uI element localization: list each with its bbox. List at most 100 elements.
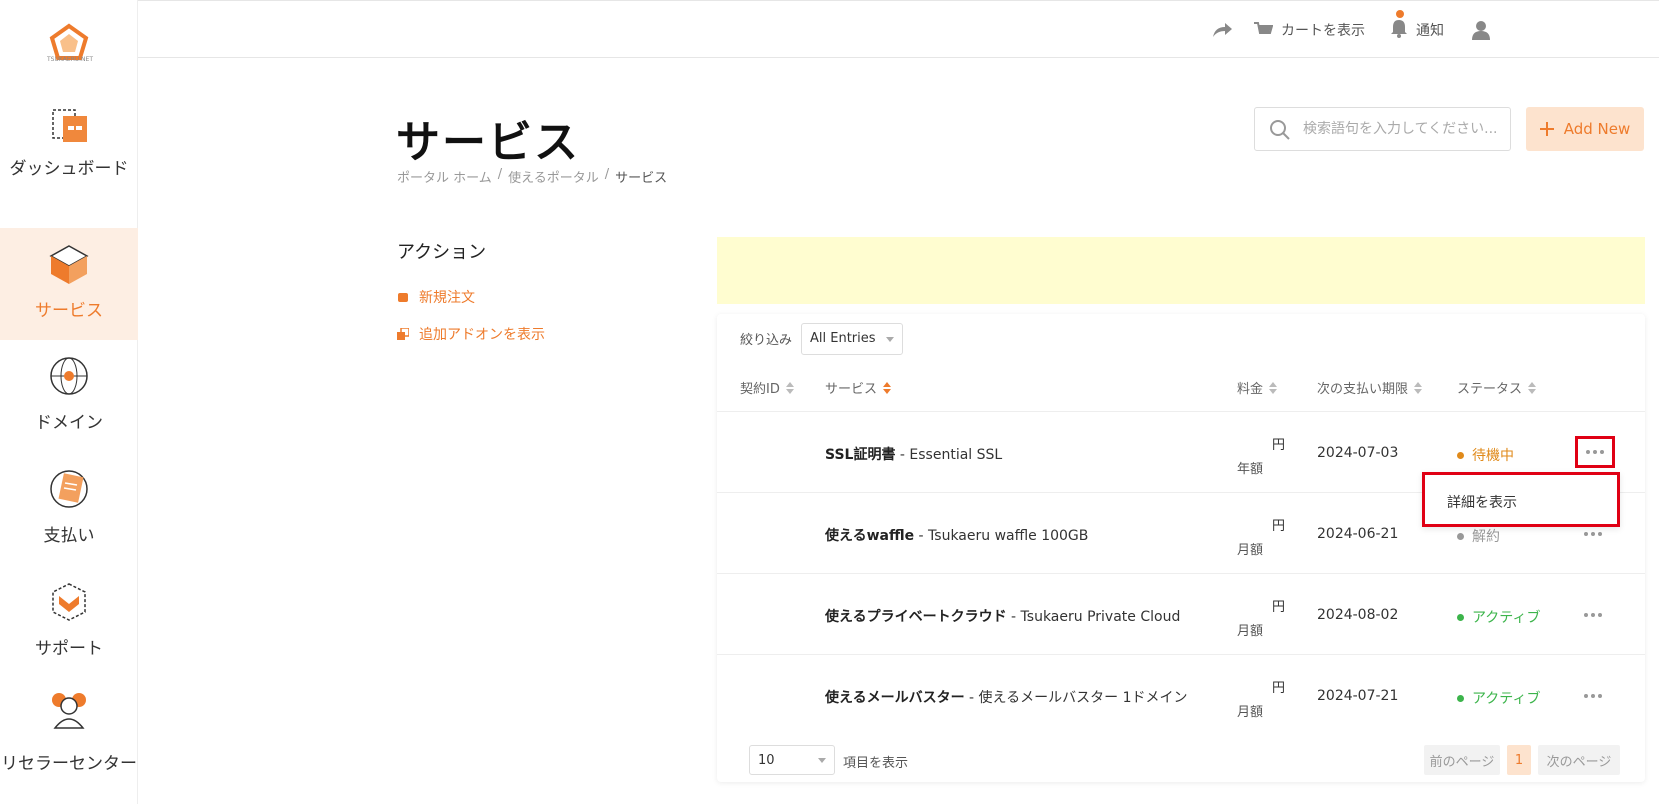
per-page-value: 10: [758, 753, 775, 768]
breadcrumb-current: サービス: [615, 171, 668, 186]
prev-page-button[interactable]: 前のページ: [1424, 745, 1500, 775]
user-icon: [1472, 21, 1490, 40]
status-badge: アクティブ: [1457, 688, 1540, 708]
sort-icon: [883, 381, 892, 395]
share-icon: [1213, 23, 1232, 37]
addons-icon: [397, 328, 409, 340]
plus-icon: [1539, 122, 1554, 136]
sidebar-item-reseller[interactable]: リセラーセンター: [0, 678, 138, 790]
billing-cycle: 月額: [1237, 543, 1264, 558]
search-box[interactable]: [1254, 107, 1511, 151]
account-button[interactable]: [1472, 19, 1498, 41]
next-due-date: 2024-08-02: [1317, 607, 1399, 623]
services-table-panel: 絞り込み All Entries 契約ID サービス 料金 次の支払い期限 ステ…: [717, 314, 1645, 782]
price-currency: 円: [1272, 600, 1286, 615]
column-header-service[interactable]: サービス: [825, 378, 892, 397]
status-badge: 解約: [1457, 526, 1500, 546]
column-label: 料金: [1237, 382, 1264, 397]
status-badge: アクティブ: [1457, 607, 1540, 627]
column-header-status[interactable]: ステータス: [1457, 378, 1537, 397]
breadcrumb-portal-home[interactable]: ポータル ホーム: [397, 167, 492, 186]
row-menu-dropdown: 詳細を表示: [1422, 472, 1620, 527]
billing-cycle: 月額: [1237, 705, 1264, 720]
view-details-menu-item[interactable]: 詳細を表示: [1447, 495, 1517, 511]
status-badge: 待機中: [1457, 445, 1514, 465]
next-due-date: 2024-07-21: [1317, 688, 1399, 704]
sort-icon: [1414, 381, 1423, 395]
billing-cycle: 年額: [1237, 462, 1264, 477]
breadcrumb-portal[interactable]: 使えるポータル: [508, 167, 599, 186]
sidebar-item-label: ドメイン: [35, 413, 103, 433]
per-page-select[interactable]: 10: [749, 745, 835, 775]
box-icon: [49, 245, 89, 284]
table-row[interactable]: 使えるメールバスター - 使えるメールバスター 1ドメイン 円 月額 2024-…: [717, 655, 1645, 736]
column-header-price[interactable]: 料金: [1237, 378, 1278, 397]
column-label: 次の支払い期限: [1317, 382, 1409, 397]
price-currency: 円: [1272, 519, 1286, 534]
view-cart-button[interactable]: カートを表示: [1253, 19, 1365, 41]
row-menu-button[interactable]: [1575, 436, 1615, 468]
status-dot-icon: [1457, 451, 1464, 459]
status-dot-icon: [1457, 613, 1464, 621]
status-dot-icon: [1457, 694, 1464, 702]
next-page-button[interactable]: 次のページ: [1538, 745, 1620, 775]
sidebar-item-domain[interactable]: ドメイン: [0, 340, 138, 452]
billing-cycle: 月額: [1237, 624, 1264, 639]
sidebar-item-label: サービス: [35, 301, 103, 321]
price-currency: 円: [1272, 681, 1286, 696]
filter-value: All Entries: [810, 331, 876, 346]
column-header-contract-id[interactable]: 契約ID: [740, 378, 794, 397]
new-order-link[interactable]: 新規注文: [397, 287, 475, 307]
table-row[interactable]: 使えるプライベートクラウド - Tsukaeru Private Cloud 円…: [717, 574, 1645, 655]
column-header-next-due[interactable]: 次の支払い期限: [1317, 378, 1423, 397]
dashboard-icon: [52, 109, 87, 142]
payment-icon: [50, 470, 88, 508]
next-due-date: 2024-06-21: [1317, 526, 1399, 542]
view-addons-label: 追加アドオンを表示: [419, 327, 545, 343]
cart-icon: [1254, 22, 1273, 34]
notify-label: 通知: [1416, 23, 1444, 39]
logo-text: TSUKAERU.NET: [46, 56, 93, 63]
notifications-button[interactable]: 通知: [1390, 10, 1444, 41]
sidebar-item-label: サポート: [35, 639, 103, 659]
breadcrumb-separator: /: [497, 167, 503, 182]
sidebar-item-payment[interactable]: 支払い: [0, 453, 138, 565]
service-name: 使えるwaffle - Tsukaeru waffle 100GB: [825, 528, 1089, 544]
price-currency: 円: [1272, 438, 1286, 453]
page-1-button[interactable]: 1: [1507, 745, 1531, 775]
sort-icon: [1269, 381, 1278, 395]
per-page-label: 項目を表示: [843, 756, 909, 771]
notice-banner: [717, 237, 1645, 304]
sidebar-item-services[interactable]: サービス: [0, 228, 138, 340]
row-menu-button[interactable]: [1577, 604, 1609, 626]
breadcrumb: ポータル ホーム / 使えるポータル / サービス: [397, 167, 667, 186]
sidebar-item-label: 支払い: [43, 526, 95, 546]
sidebar-item-dashboard[interactable]: ダッシュボード: [0, 96, 138, 208]
support-icon: [52, 583, 86, 621]
filter-label: 絞り込み: [740, 333, 793, 348]
view-addons-link[interactable]: 追加アドオンを表示: [397, 324, 545, 344]
service-name: 使えるプライベートクラウド - Tsukaeru Private Cloud: [825, 609, 1181, 625]
new-order-label: 新規注文: [419, 290, 475, 306]
add-new-label: Add New: [1563, 120, 1631, 138]
bell-icon: [1391, 20, 1407, 38]
reseller-icon: [52, 693, 86, 729]
sidebar-item-label: リセラーセンター: [1, 754, 137, 774]
service-name: SSL証明書 - Essential SSL: [825, 447, 1003, 463]
sidebar-item-support[interactable]: サポート: [0, 566, 138, 678]
sort-icon: [1528, 381, 1537, 395]
filter-select[interactable]: All Entries: [801, 323, 903, 355]
sidebar: TSUKAERU.NET ダッシュボード サービス ドメイン 支払い サポート …: [0, 0, 138, 804]
share-button[interactable]: [1211, 19, 1241, 41]
add-new-button[interactable]: Add New: [1526, 107, 1644, 151]
page-title: サービス: [396, 117, 580, 168]
actions-title: アクション: [397, 242, 487, 263]
cart-label: カートを表示: [1281, 23, 1365, 39]
globe-icon: [50, 357, 88, 395]
status-dot-icon: [1457, 532, 1464, 540]
notification-badge-icon: [1396, 10, 1404, 18]
search-input[interactable]: [1303, 108, 1503, 150]
sidebar-item-label: ダッシュボード: [9, 159, 129, 179]
row-menu-button[interactable]: [1577, 685, 1609, 707]
service-name: 使えるメールバスター - 使えるメールバスター 1ドメイン: [825, 690, 1188, 706]
